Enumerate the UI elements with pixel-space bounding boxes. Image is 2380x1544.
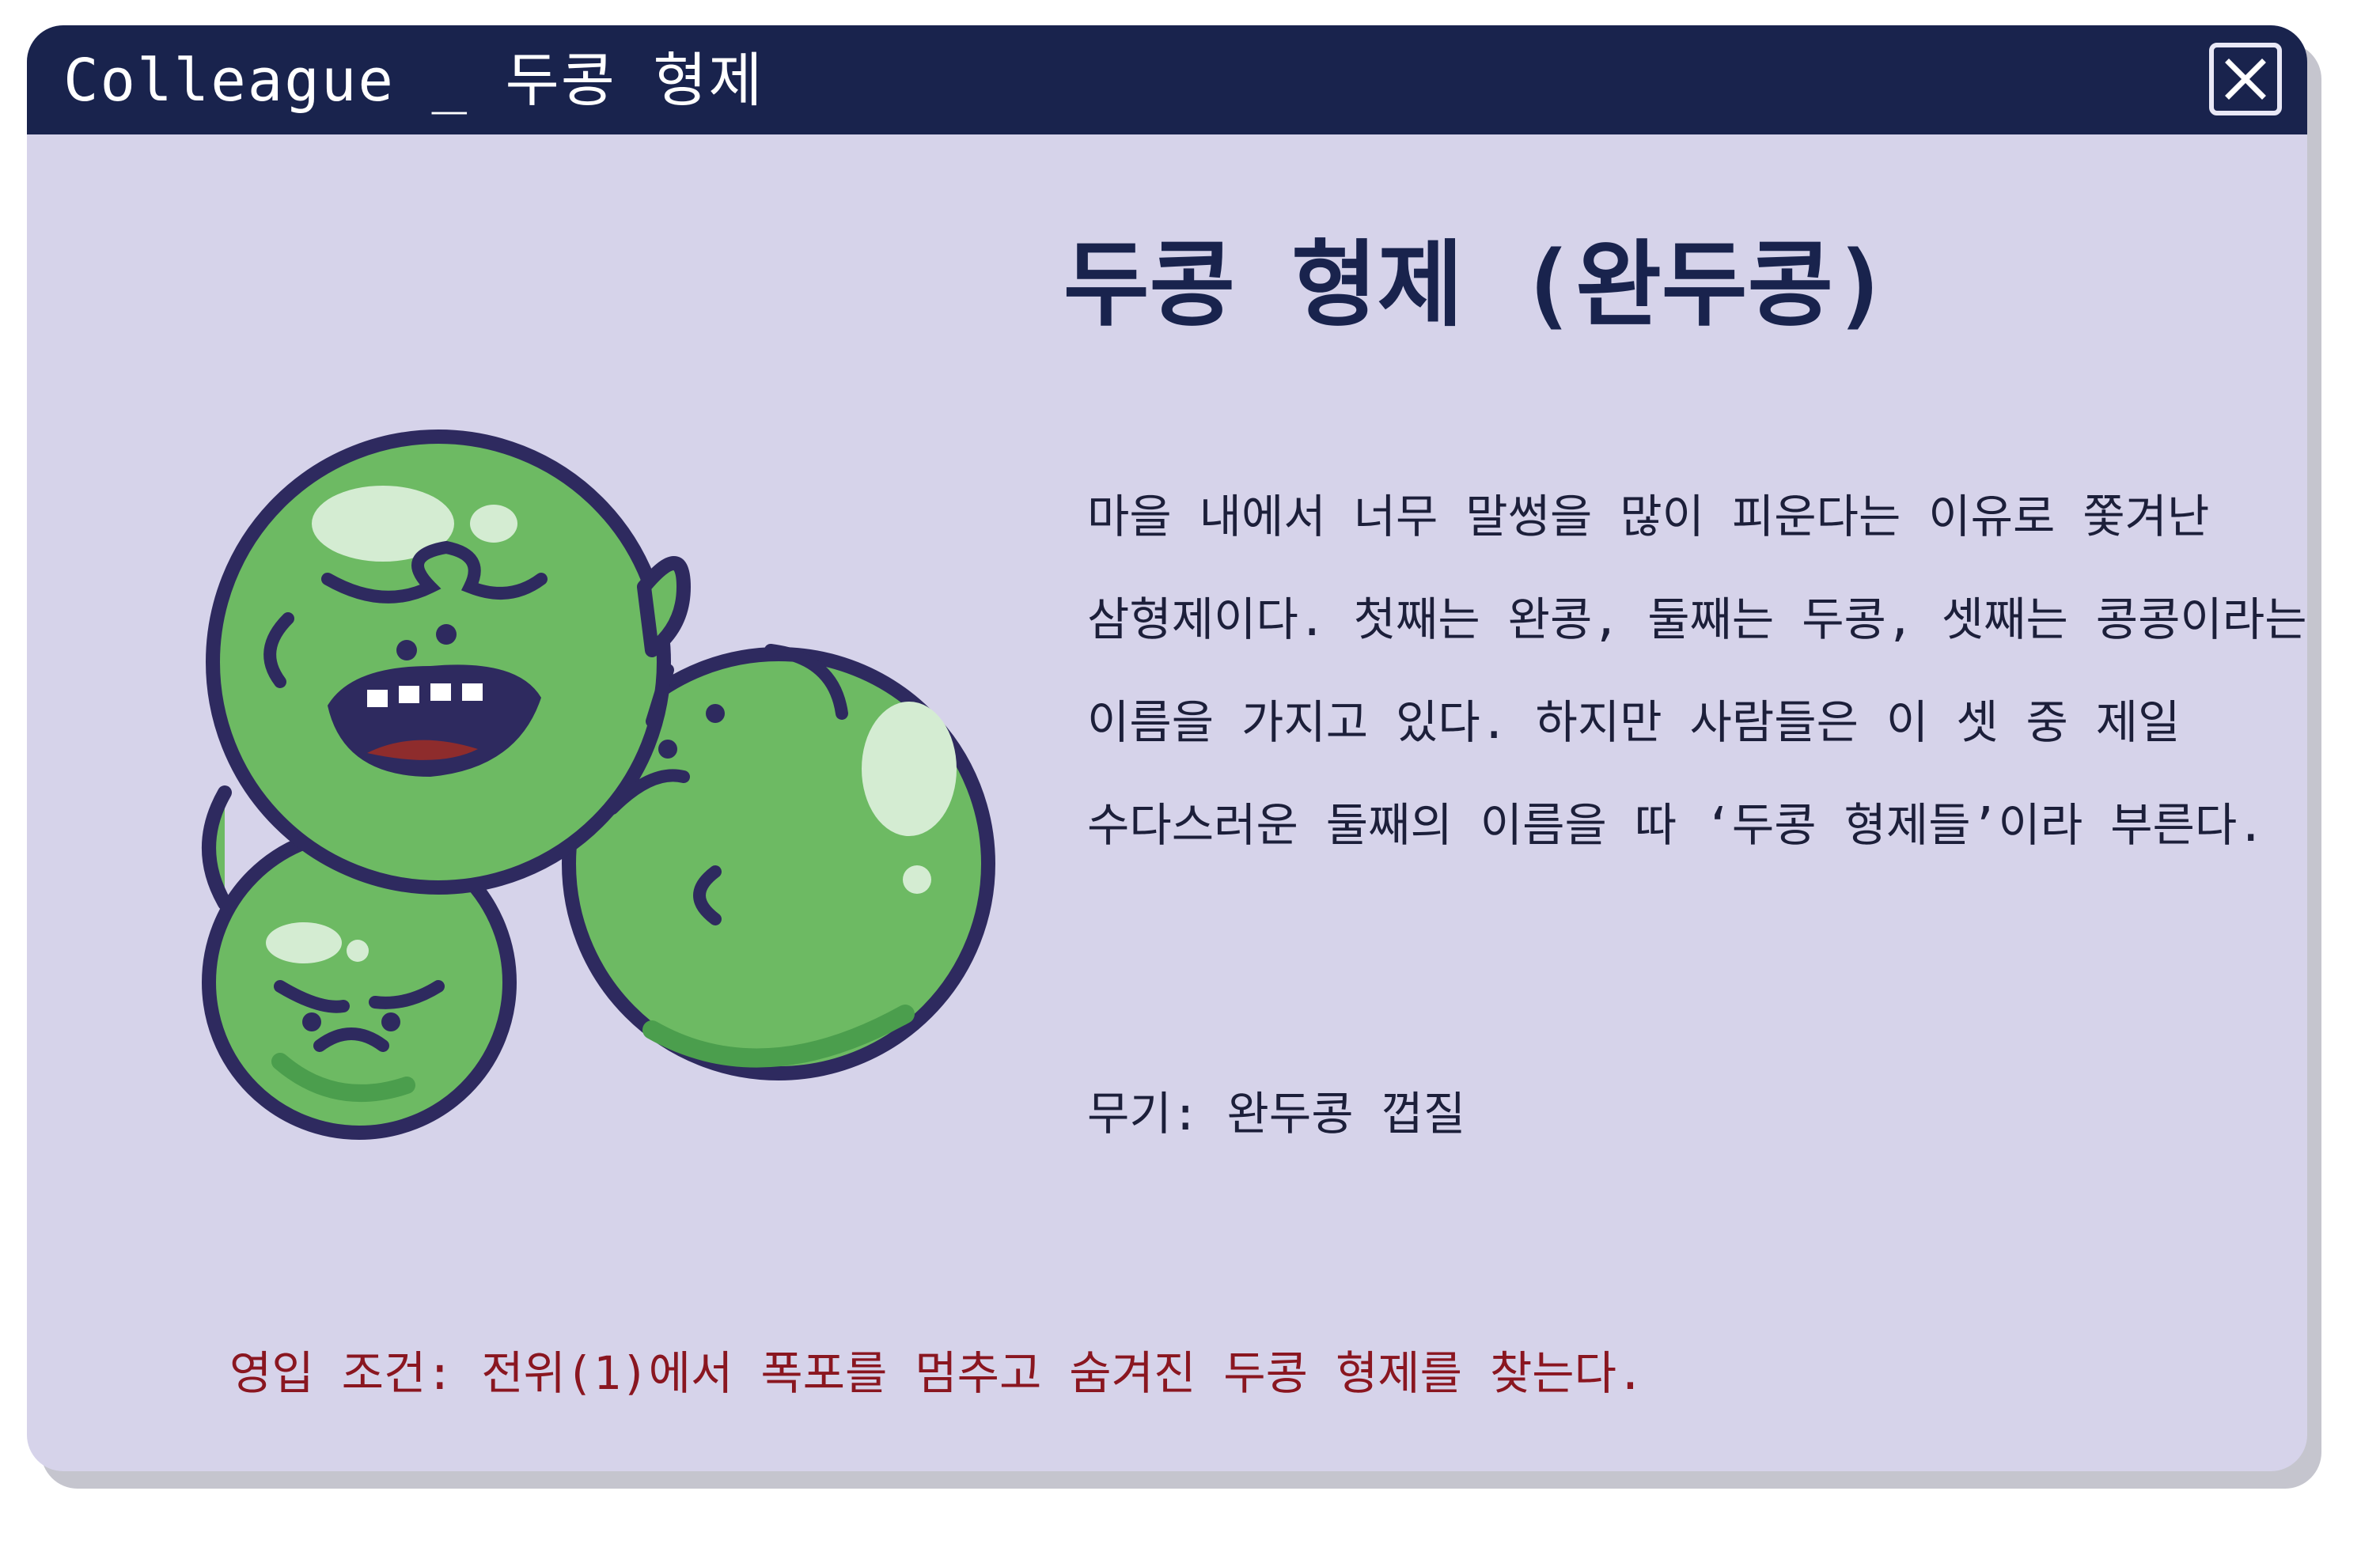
description-line: 삼형제이다. 첫째는 완콩, 둘째는 두콩, 셋째는 콩콩이라는 — [1087, 592, 2307, 646]
description-line: 마을 내에서 너무 말썽을 많이 피운다는 이유로 쫓겨난 — [1087, 490, 2210, 543]
description-line: 이름을 가지고 있다. 하지만 사람들은 이 셋 중 제일 — [1087, 695, 2181, 749]
title-bar: Colleague _ 두콩 형제 — [27, 25, 2307, 134]
description-line: 수다스러운 둘째의 이름을 따 ‘두콩 형제들’이라 부른다. — [1087, 798, 2265, 852]
recruit-condition-text: 영입 조건: 전위(1)에서 폭포를 멈추고 숨겨진 두콩 형제를 찾는다. — [229, 1346, 1644, 1400]
colleague-name: 두콩 형제 (완두콩) — [1063, 230, 1890, 339]
colleague-description: 마을 내에서 너무 말썽을 많이 피운다는 이유로 쫓겨난 삼형제이다. 첫째는… — [1087, 465, 2307, 876]
close-x-icon — [2225, 59, 2266, 100]
colleague-window: Colleague _ 두콩 형제 두콩 형제 (완두콩) 마을 내에서 너무 … — [27, 25, 2307, 1471]
window-title: Colleague _ 두콩 형제 — [63, 47, 764, 115]
pea-brothers-portrait — [146, 397, 1008, 1141]
weapon-text: 무기: 완두콩 껍질 — [1087, 1087, 1466, 1141]
three-green-peas-icon — [202, 430, 995, 1140]
close-button[interactable] — [2209, 43, 2282, 115]
